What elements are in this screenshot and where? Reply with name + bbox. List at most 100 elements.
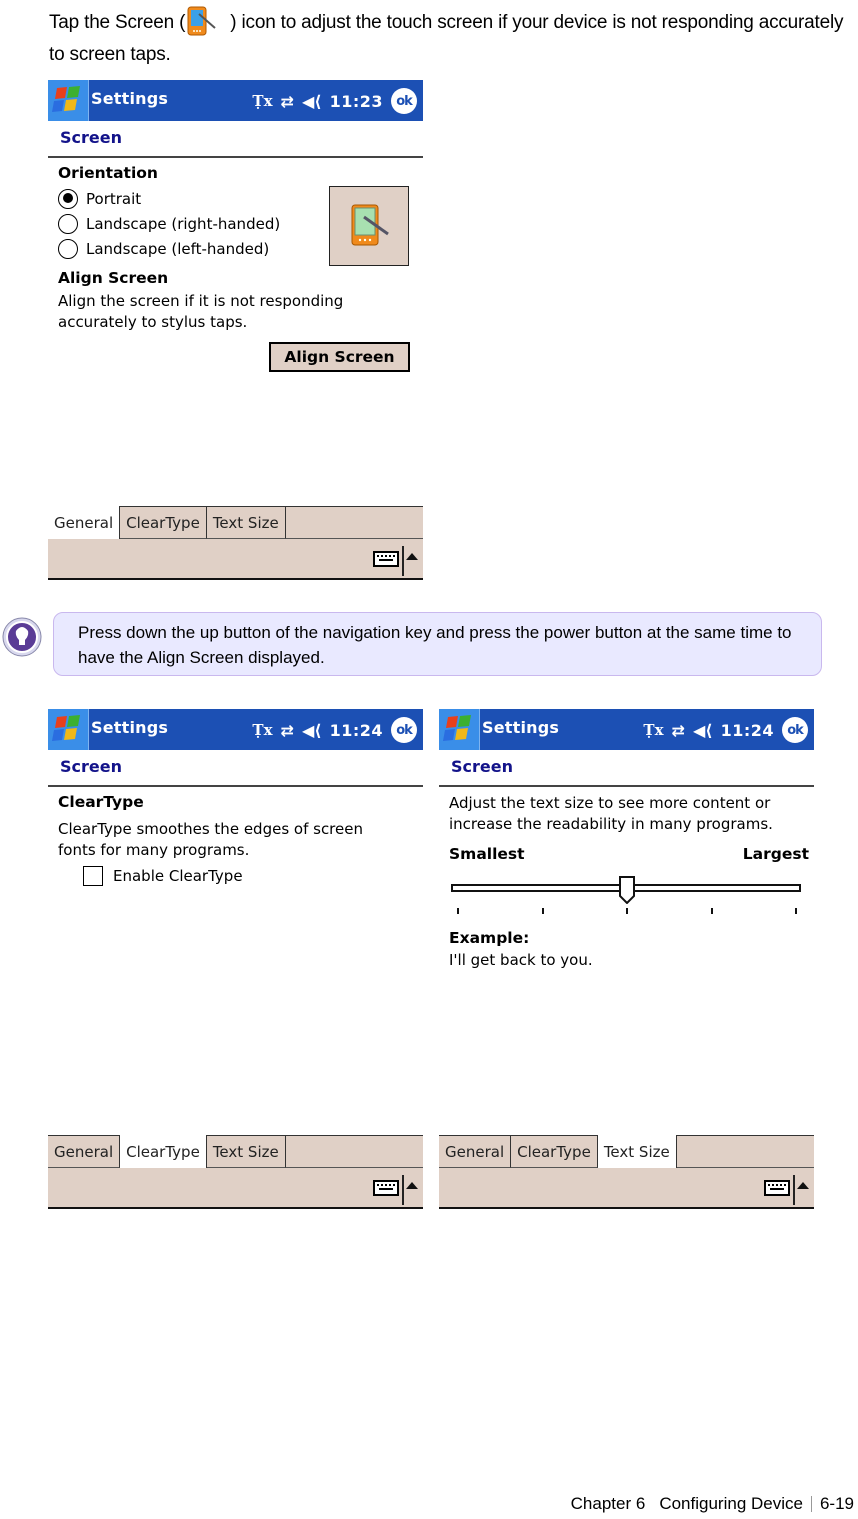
windows-logo-icon (52, 86, 80, 112)
start-button[interactable] (48, 80, 89, 121)
signal-off-icon[interactable]: Ṭx (643, 721, 663, 739)
align-screen-button[interactable]: Align Screen (269, 342, 410, 372)
enable-cleartype-label: Enable ClearType (113, 867, 243, 885)
title-bar: Settings Ṭx ⇄ ◀⟨ 11:24 ok (439, 709, 814, 750)
tab-cleartype[interactable]: ClearType (120, 1135, 207, 1168)
keyboard-icon[interactable] (373, 551, 399, 567)
status-area: Ṭx ⇄ ◀⟨ 11:23 ok (252, 87, 417, 115)
heading-divider (439, 785, 814, 787)
text-size-desc-line-1: Adjust the text size to see more content… (449, 794, 771, 812)
menu-bar (48, 1168, 423, 1209)
page-heading: Screen (60, 757, 122, 776)
tab-text-size[interactable]: Text Size (206, 507, 286, 539)
tab-general[interactable]: General (48, 1136, 121, 1168)
signal-off-icon[interactable]: Ṭx (252, 92, 272, 110)
radio-button[interactable] (58, 238, 78, 259)
device-screen-cleartype: Settings Ṭx ⇄ ◀⟨ 11:24 ok Screen ClearTy… (48, 709, 423, 1209)
tab-cleartype[interactable]: ClearType (120, 507, 207, 539)
intro-paragraph: Tap the Screen ( ) icon to adjust the to… (49, 6, 849, 71)
tip-box: Press down the up button of the navigati… (53, 612, 822, 676)
example-text: I'll get back to you. (449, 951, 593, 969)
footer-chapter: Chapter 6 (570, 1494, 646, 1513)
text-size-desc-line-2: increase the readability in many program… (449, 815, 773, 833)
ok-button[interactable]: ok (391, 717, 417, 743)
footer-separator (810, 1496, 812, 1512)
input-menu-arrow-icon[interactable] (406, 1182, 418, 1189)
start-button[interactable] (48, 709, 89, 750)
cleartype-desc-line-1: ClearType smoothes the edges of screen (58, 820, 363, 838)
slider-labels: Smallest Largest (449, 845, 809, 863)
volume-icon[interactable]: ◀⟨ (302, 92, 322, 111)
volume-icon[interactable]: ◀⟨ (693, 721, 713, 740)
heading-divider (48, 156, 423, 158)
tab-cleartype[interactable]: ClearType (511, 1136, 598, 1168)
page-footer: Chapter 6 Configuring Device 6-19 (571, 1494, 854, 1514)
input-menu-arrow-icon[interactable] (406, 553, 418, 560)
connectivity-icon[interactable]: ⇄ (281, 92, 294, 111)
align-desc-line-1: Align the screen if it is not responding (58, 292, 344, 310)
radio-button-checked[interactable] (58, 188, 78, 209)
page-heading: Screen (451, 757, 513, 776)
largest-label: Largest (742, 845, 809, 863)
windows-logo-icon (52, 715, 80, 741)
keyboard-icon[interactable] (764, 1180, 790, 1196)
app-title: Settings (482, 718, 560, 737)
tab-bar: General ClearType Text Size (48, 1135, 423, 1168)
align-desc-line-2: accurately to stylus taps. (58, 313, 248, 331)
connectivity-icon[interactable]: ⇄ (672, 721, 685, 740)
radio-button[interactable] (58, 213, 78, 234)
enable-cleartype-row[interactable]: Enable ClearType (83, 866, 418, 886)
slider-tick (457, 908, 459, 914)
device-screen-general: Settings Ṭx ⇄ ◀⟨ 11:23 ok Screen Orienta… (48, 80, 423, 580)
slider-tick (710, 908, 713, 914)
smallest-label: Smallest (449, 845, 525, 863)
text-size-content: Adjust the text size to see more content… (449, 793, 809, 863)
intro-text-before: Tap the Screen ( (49, 12, 186, 33)
cleartype-desc-line-2: fonts for many programs. (58, 841, 250, 859)
slider-tick (626, 908, 628, 914)
windows-logo-icon (443, 715, 471, 741)
tab-general[interactable]: General (439, 1136, 512, 1168)
tab-text-size[interactable]: Text Size (206, 1136, 286, 1168)
keyboard-icon[interactable] (373, 1180, 399, 1196)
slider-tick (795, 908, 797, 914)
volume-icon[interactable]: ◀⟨ (302, 721, 322, 740)
align-screen-title: Align Screen (58, 269, 169, 287)
connectivity-icon[interactable]: ⇄ (281, 721, 294, 740)
tab-text-size[interactable]: Text Size (597, 1135, 677, 1168)
example-area: Example: I'll get back to you. (449, 929, 593, 969)
enable-cleartype-checkbox[interactable] (83, 866, 103, 886)
clock[interactable]: 11:24 (330, 721, 383, 740)
title-bar: Settings Ṭx ⇄ ◀⟨ 11:24 ok (48, 709, 423, 750)
status-area: Ṭx ⇄ ◀⟨ 11:24 ok (252, 716, 417, 744)
orientation-title: Orientation (58, 164, 158, 182)
signal-off-icon[interactable]: Ṭx (252, 721, 272, 739)
page-heading: Screen (60, 128, 122, 147)
radio-label: Landscape (left-handed) (86, 239, 270, 258)
cleartype-title: ClearType (58, 793, 144, 811)
screen-settings-icon (185, 6, 225, 36)
title-bar: Settings Ṭx ⇄ ◀⟨ 11:23 ok (48, 80, 423, 121)
tab-bar: General ClearType Text Size (48, 506, 423, 539)
input-menu-arrow-icon[interactable] (797, 1182, 809, 1189)
footer-section: Configuring Device (659, 1494, 803, 1513)
menu-bar (439, 1168, 814, 1209)
tab-general[interactable]: General (48, 506, 121, 539)
tab-bar: General ClearType Text Size (439, 1135, 814, 1168)
footer-page-number: 6-19 (819, 1494, 854, 1513)
example-title: Example: (449, 929, 530, 947)
ok-button[interactable]: ok (782, 717, 808, 743)
app-title: Settings (91, 718, 169, 737)
clock[interactable]: 11:24 (721, 721, 774, 740)
slider-thumb[interactable] (619, 876, 635, 904)
slider-tick (541, 908, 544, 914)
lightbulb-tip-icon (2, 617, 42, 657)
clock[interactable]: 11:23 (330, 92, 383, 111)
radio-label: Landscape (right-handed) (86, 214, 281, 233)
start-button[interactable] (439, 709, 480, 750)
device-screen-text-size: Settings Ṭx ⇄ ◀⟨ 11:24 ok Screen Adjust … (439, 709, 814, 1209)
orientation-preview (329, 186, 409, 266)
app-title: Settings (91, 89, 169, 108)
ok-button[interactable]: ok (391, 88, 417, 114)
status-area: Ṭx ⇄ ◀⟨ 11:24 ok (643, 716, 808, 744)
